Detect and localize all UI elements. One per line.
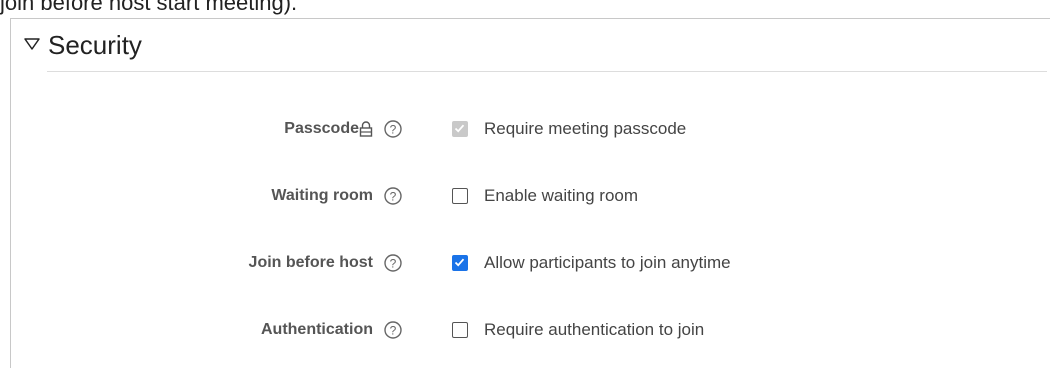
triangle-down-icon[interactable] <box>23 35 41 53</box>
authentication-checkbox[interactable] <box>452 322 468 338</box>
svg-text:?: ? <box>390 257 397 271</box>
join-before-host-checkbox[interactable] <box>452 255 468 271</box>
waiting-room-checkbox[interactable] <box>452 188 468 204</box>
svg-text:?: ? <box>390 324 397 338</box>
section-title[interactable]: Security <box>48 25 142 65</box>
setting-label-passcode: Passcode <box>284 120 359 137</box>
setting-label-waiting-room: Waiting room <box>271 187 373 204</box>
setting-row-authentication: Authentication ? Require authentication … <box>11 316 1041 344</box>
passcode-checkbox[interactable] <box>452 121 468 137</box>
section-divider <box>47 71 1047 72</box>
help-icon[interactable]: ? <box>383 320 403 340</box>
lock-icon <box>359 120 373 138</box>
svg-text:?: ? <box>390 190 397 204</box>
security-section: Security Passcode ? Require meeting pass… <box>10 18 1050 368</box>
help-icon[interactable]: ? <box>383 186 403 206</box>
setting-row-join-before-host: Join before host ? Allow participants to… <box>11 249 1041 277</box>
clipped-previous-text: join before host start meeting). <box>0 0 298 15</box>
help-icon[interactable]: ? <box>383 253 403 273</box>
setting-row-waiting-room: Waiting room ? Enable waiting room <box>11 182 1041 210</box>
setting-label-join-before-host: Join before host <box>248 254 373 271</box>
passcode-option-text: Require meeting passcode <box>484 119 687 138</box>
help-icon[interactable]: ? <box>383 119 403 139</box>
svg-text:?: ? <box>390 123 397 137</box>
setting-row-passcode: Passcode ? Require meeting passcode <box>11 115 1041 143</box>
join-before-host-option-text: Allow participants to join anytime <box>484 253 731 272</box>
waiting-room-option-text: Enable waiting room <box>484 186 639 205</box>
authentication-option-text: Require authentication to join <box>484 320 705 339</box>
setting-label-authentication: Authentication <box>261 321 373 338</box>
